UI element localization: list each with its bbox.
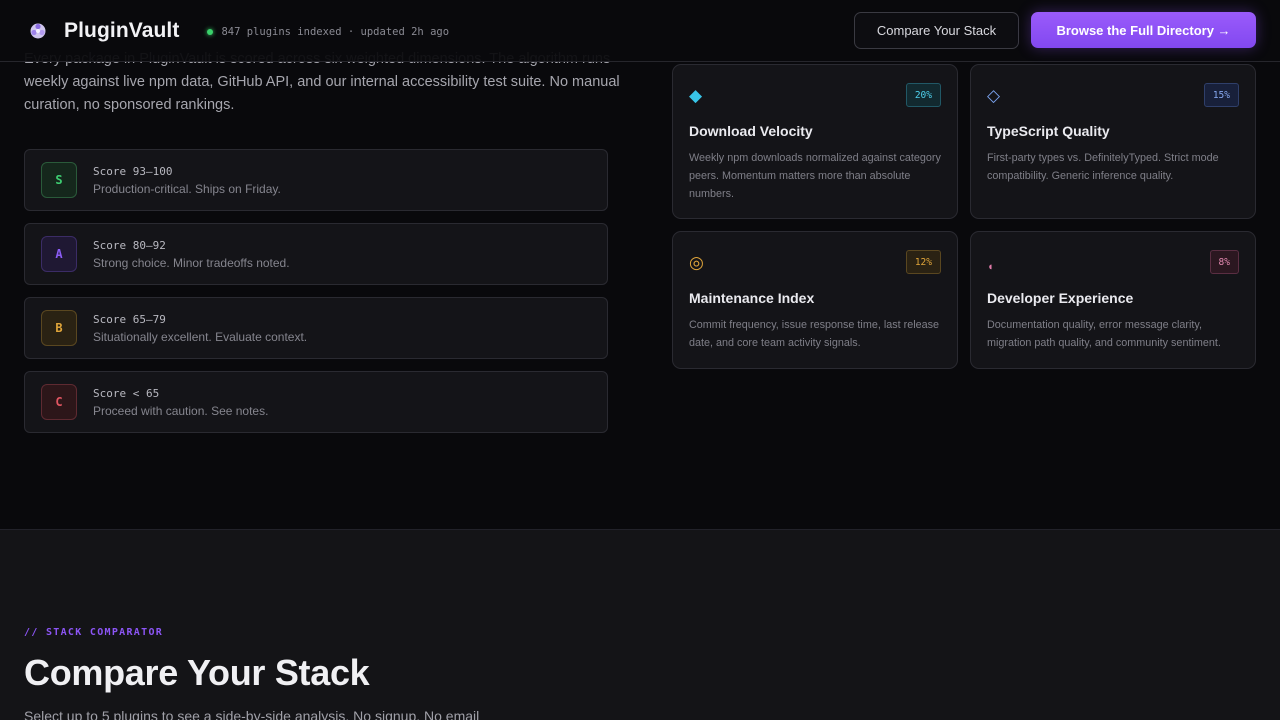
logo-icon[interactable] (28, 21, 48, 41)
tier-range: Score 80–92 (93, 238, 166, 252)
top-navbar: PluginVault 847 plugins indexed · update… (0, 0, 1280, 62)
tier-description: Strong choice. Minor tradeoffs noted. (93, 255, 290, 270)
weight-badge: 8% (1209, 250, 1239, 274)
metric-card-maintenance-index: ◎ 12% Maintenance Index Commit frequency… (672, 231, 958, 369)
metric-card-download-velocity: ◆ 20% Download Velocity Weekly npm downl… (672, 64, 958, 219)
weight-badge: 12% (905, 250, 941, 274)
section-subtitle: Select up to 5 plugins to see a side-by-… (24, 708, 480, 720)
metric-card-developer-experience: ◖ 8% Developer Experience Documentation … (970, 231, 1256, 369)
stack-comparator-section: // STACK COMPARATOR Compare Your Stack S… (0, 529, 1280, 720)
half-circle-icon: ◖ (987, 261, 994, 273)
metric-card-typescript-quality: ◇ 15% TypeScript Quality First-party typ… (970, 64, 1256, 219)
brand-name[interactable]: PluginVault (64, 19, 179, 43)
tier-badge: C (41, 384, 77, 420)
metric-description: Weekly npm downloads normalized against … (689, 152, 941, 200)
score-tier-list: S Score 93–100 Production-critical. Ship… (24, 149, 608, 445)
metric-description: Documentation quality, error message cla… (987, 319, 1221, 349)
tier-range: Score 65–79 (93, 312, 166, 326)
metric-title: TypeScript Quality (987, 123, 1110, 139)
tier-badge: S (41, 162, 77, 198)
tier-description: Proceed with caution. See notes. (93, 403, 269, 418)
metric-title: Download Velocity (689, 123, 813, 139)
nav-actions: Compare Your Stack Browse the Full Direc… (854, 12, 1256, 49)
browse-directory-button[interactable]: Browse the Full Directory → (1031, 12, 1256, 48)
methodology-section: Every package in PluginVault is scored a… (0, 0, 1280, 529)
tier-description: Situationally excellent. Evaluate contex… (93, 329, 308, 344)
tier-range: Score < 65 (93, 386, 160, 400)
index-status: 847 plugins indexed · updated 2h ago (207, 26, 449, 38)
diamond-outline-icon: ◇ (987, 86, 1001, 105)
diamond-filled-icon: ◆ (689, 86, 703, 105)
weight-badge: 20% (905, 83, 941, 107)
tier-c: C Score < 65 Proceed with caution. See n… (24, 371, 608, 433)
tier-s: S Score 93–100 Production-critical. Ship… (24, 149, 608, 211)
target-icon: ◎ (689, 253, 704, 272)
tier-badge: A (41, 236, 77, 272)
tier-a: A Score 80–92 Strong choice. Minor trade… (24, 223, 608, 285)
tier-b: B Score 65–79 Situationally excellent. E… (24, 297, 608, 359)
status-dot-icon (207, 28, 214, 35)
metric-description: Commit frequency, issue response time, l… (689, 319, 940, 349)
weight-badge: 15% (1203, 83, 1239, 107)
tier-description: Production-critical. Ships on Friday. (93, 181, 281, 196)
section-eyebrow: // STACK COMPARATOR (24, 627, 164, 638)
metric-title: Maintenance Index (689, 290, 815, 306)
metric-title: Developer Experience (987, 290, 1134, 306)
tier-range: Score 93–100 (93, 164, 173, 178)
compare-stack-button[interactable]: Compare Your Stack (854, 12, 1019, 49)
tier-badge: B (41, 310, 77, 346)
index-status-text: 847 plugins indexed · updated 2h ago (221, 25, 450, 38)
metric-description: First-party types vs. DefinitelyTyped. S… (987, 152, 1219, 182)
section-title: Compare Your Stack (24, 652, 370, 693)
